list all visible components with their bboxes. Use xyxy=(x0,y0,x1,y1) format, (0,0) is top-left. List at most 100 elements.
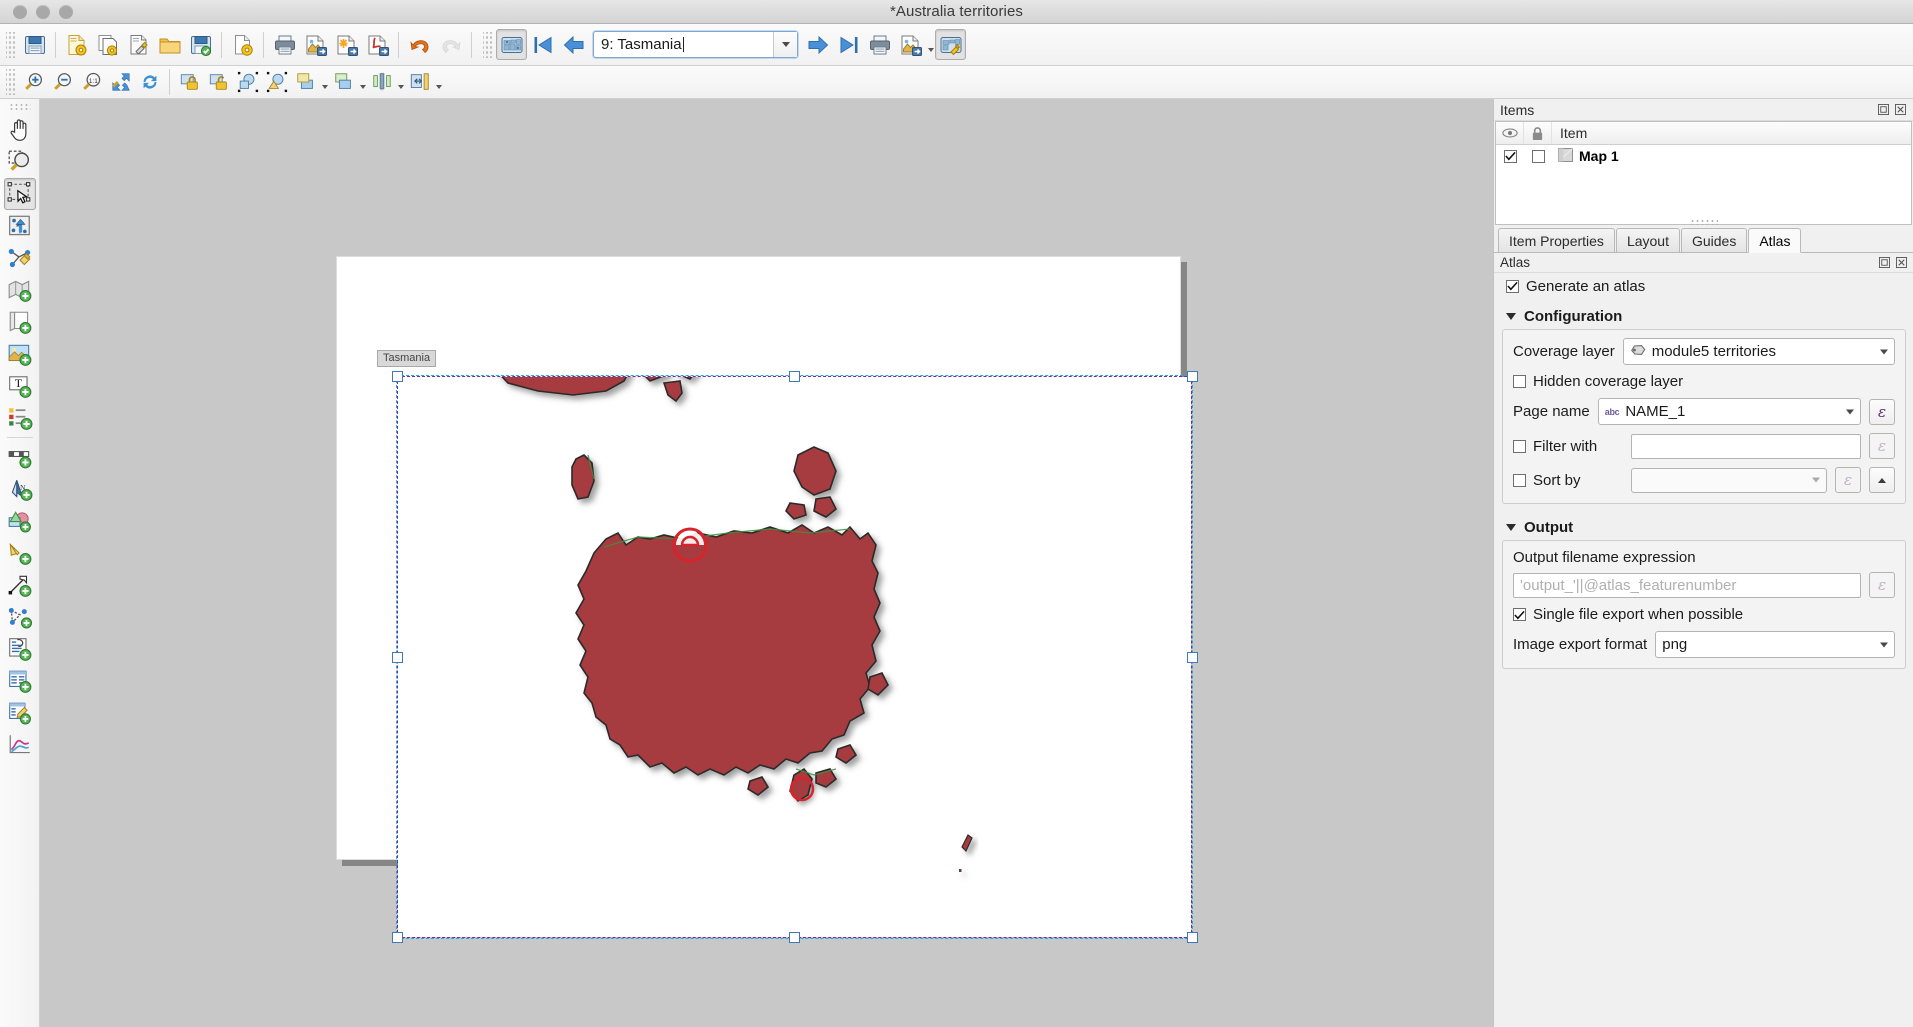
tool-add-3dmap[interactable] xyxy=(4,306,36,338)
export-image-button[interactable] xyxy=(300,29,331,60)
sort-ascending-button[interactable] xyxy=(1869,467,1895,493)
coverage-layer-dropdown-caret[interactable] xyxy=(1880,349,1888,354)
tool-add-picture[interactable] xyxy=(4,338,36,370)
resize-handle-bottom-right[interactable] xyxy=(1187,932,1198,943)
tool-add-label[interactable]: T xyxy=(4,370,36,402)
row-lock-checkbox[interactable] xyxy=(1524,149,1552,163)
generate-atlas-checkbox[interactable] xyxy=(1506,279,1519,293)
tool-add-node-item[interactable] xyxy=(4,601,36,633)
distribute-items-dropdown-caret[interactable] xyxy=(434,71,443,93)
zoom-actual-button[interactable]: 1:1 xyxy=(77,69,106,96)
dock-splitter-handle[interactable] xyxy=(1690,219,1718,225)
distribute-items-button[interactable] xyxy=(405,69,434,96)
resize-handle-bottom-left[interactable] xyxy=(392,932,403,943)
layout-canvas[interactable]: Tasmania xyxy=(40,99,1493,1027)
tool-add-arrow[interactable] xyxy=(4,569,36,601)
raise-items-button[interactable] xyxy=(291,69,320,96)
tool-add-table[interactable] xyxy=(4,665,36,697)
image-export-format-combo[interactable]: png xyxy=(1655,631,1895,658)
atlas-last-feature-button[interactable] xyxy=(833,29,864,60)
refresh-button[interactable] xyxy=(135,69,164,96)
nav-toolbar-grip[interactable] xyxy=(6,69,16,95)
tool-add-shape[interactable] xyxy=(4,505,36,537)
lock-items-button[interactable] xyxy=(175,69,204,96)
page-name-expression-button[interactable]: ε xyxy=(1869,398,1895,425)
new-layout-button[interactable] xyxy=(61,29,92,60)
resize-handle-top-left[interactable] xyxy=(392,371,403,382)
configuration-group-title[interactable]: Configuration xyxy=(1502,305,1906,329)
sort-by-combo[interactable] xyxy=(1631,467,1827,493)
resize-handle-top-right[interactable] xyxy=(1187,371,1198,382)
map-item-frame[interactable] xyxy=(396,375,1193,939)
layout-manager-button[interactable] xyxy=(123,29,154,60)
resize-handle-middle-right[interactable] xyxy=(1187,652,1198,663)
align-items-dropdown-caret[interactable] xyxy=(396,71,405,93)
resize-handle-middle-left[interactable] xyxy=(392,652,403,663)
unlock-items-button[interactable] xyxy=(204,69,233,96)
tool-add-north-arrow[interactable]: N xyxy=(4,473,36,505)
lower-items-dropdown-caret[interactable] xyxy=(358,71,367,93)
undock-atlas-panel-button[interactable] xyxy=(1877,256,1891,270)
redo-button[interactable] xyxy=(435,29,466,60)
save-template-button[interactable] xyxy=(185,29,216,60)
atlas-export-image-button[interactable] xyxy=(895,29,926,60)
tool-add-scalebar[interactable] xyxy=(4,441,36,473)
sort-by-expression-button[interactable]: ε xyxy=(1835,467,1861,493)
zoom-full-button[interactable] xyxy=(106,69,135,96)
atlas-feature-combo[interactable]: 9: Tasmania xyxy=(593,31,798,58)
ungroup-items-button[interactable] xyxy=(262,69,291,96)
resize-handle-bottom-center[interactable] xyxy=(789,932,800,943)
lower-items-button[interactable] xyxy=(329,69,358,96)
row-visibility-checkbox[interactable] xyxy=(1496,149,1524,163)
filter-with-checkbox[interactable] xyxy=(1513,439,1526,453)
filter-with-input[interactable] xyxy=(1631,433,1861,459)
image-export-format-dropdown-caret[interactable] xyxy=(1880,642,1888,647)
atlas-preview-button[interactable] xyxy=(496,29,527,60)
open-template-button[interactable] xyxy=(154,29,185,60)
single-file-export-row[interactable]: Single file export when possible xyxy=(1513,606,1895,623)
align-items-button[interactable] xyxy=(367,69,396,96)
duplicate-layout-button[interactable] xyxy=(92,29,123,60)
items-table[interactable]: Item Map 1 xyxy=(1495,121,1912,225)
save-layout-button[interactable] xyxy=(19,29,50,60)
tool-add-html[interactable] xyxy=(4,633,36,665)
page-name-combo[interactable]: abc NAME_1 xyxy=(1597,398,1861,425)
output-filename-expression-button[interactable]: ε xyxy=(1869,572,1895,598)
atlas-previous-feature-button[interactable] xyxy=(558,29,589,60)
tool-move-item-content[interactable] xyxy=(4,210,36,242)
sort-by-checkbox[interactable] xyxy=(1513,473,1526,487)
atlas-toolbar-grip[interactable] xyxy=(483,31,493,58)
raise-items-dropdown-caret[interactable] xyxy=(320,71,329,93)
coverage-layer-combo[interactable]: module5 territories xyxy=(1622,338,1895,365)
resize-handle-top-center[interactable] xyxy=(789,371,800,382)
atlas-settings-button[interactable] xyxy=(935,29,966,60)
tool-add-elevation-profile[interactable] xyxy=(4,729,36,761)
undock-items-panel-button[interactable] xyxy=(1876,103,1890,117)
table-row[interactable]: Map 1 xyxy=(1496,145,1911,167)
tool-select-item[interactable] xyxy=(3,178,36,210)
output-group-title[interactable]: Output xyxy=(1502,516,1906,540)
tool-add-legend[interactable] xyxy=(4,402,36,434)
tab-guides[interactable]: Guides xyxy=(1680,228,1748,252)
atlas-next-feature-button[interactable] xyxy=(802,29,833,60)
zoom-out-button[interactable] xyxy=(48,69,77,96)
page-name-dropdown-caret[interactable] xyxy=(1846,409,1854,414)
tool-edit-nodes[interactable] xyxy=(4,242,36,274)
print-button[interactable] xyxy=(269,29,300,60)
tab-atlas[interactable]: Atlas xyxy=(1748,228,1802,253)
atlas-export-dropdown-caret[interactable] xyxy=(926,34,935,56)
hidden-coverage-layer-row[interactable]: Hidden coverage layer xyxy=(1513,373,1895,390)
filter-with-expression-button[interactable]: ε xyxy=(1869,433,1895,459)
generate-atlas-row[interactable]: Generate an atlas xyxy=(1494,273,1913,299)
undo-button[interactable] xyxy=(404,29,435,60)
tab-item-properties[interactable]: Item Properties xyxy=(1498,228,1615,252)
layout-properties-button[interactable] xyxy=(227,29,258,60)
zoom-in-button[interactable] xyxy=(19,69,48,96)
tool-add-map[interactable] xyxy=(4,274,36,306)
group-items-button[interactable] xyxy=(233,69,262,96)
sort-by-dropdown-caret[interactable] xyxy=(1812,477,1820,483)
export-svg-button[interactable] xyxy=(331,29,362,60)
tool-add-marker[interactable] xyxy=(4,537,36,569)
single-file-export-checkbox[interactable] xyxy=(1513,608,1526,621)
export-pdf-button[interactable] xyxy=(362,29,393,60)
